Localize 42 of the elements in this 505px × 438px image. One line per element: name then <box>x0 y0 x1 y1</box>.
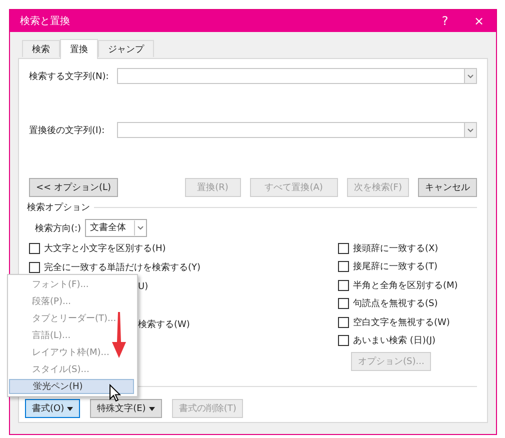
direction-label: 検索方向(:) <box>35 222 82 234</box>
section-title: 検索オプション <box>27 201 90 214</box>
window-title: 検索と置換 <box>20 14 71 28</box>
checkbox-label: 半角と全角を区別する(M) <box>353 280 458 292</box>
checkbox[interactable] <box>338 261 349 272</box>
dialog-button[interactable]: キャンセル <box>418 178 477 197</box>
checkbox[interactable] <box>338 298 349 310</box>
replace-input-field[interactable] <box>117 122 477 138</box>
checkbox[interactable] <box>29 243 40 254</box>
help-button[interactable]: ? <box>428 14 462 28</box>
menu-item[interactable]: スタイル(S)... <box>9 362 134 379</box>
dialog-button[interactable]: << オプション(L) <box>29 178 118 197</box>
direction-dropdown[interactable]: 文書全体 <box>85 219 148 237</box>
close-button[interactable]: × <box>462 14 496 28</box>
checkbox-label: U) <box>138 282 148 292</box>
menu-item[interactable]: タブとリーダー(T)... <box>9 311 134 328</box>
checkbox[interactable] <box>338 335 349 346</box>
checkbox[interactable] <box>29 262 40 273</box>
menu-item[interactable]: 言語(L)... <box>9 328 134 345</box>
menu-item[interactable]: 段落(P)... <box>9 294 134 311</box>
checkbox[interactable] <box>338 280 349 291</box>
checkbox-label: 完全に一致する単語だけを検索する(Y) <box>44 262 201 274</box>
tab[interactable]: ジャンプ <box>98 40 154 57</box>
checkbox[interactable] <box>338 316 349 328</box>
checkbox-label: 句読点を無視する(S) <box>353 298 438 310</box>
menu-item[interactable]: レイアウト枠(M)... <box>9 345 134 362</box>
checkbox-label: 接尾辞に一致する(T) <box>353 260 438 274</box>
checkbox-label: 接頭辞に一致する(X) <box>353 242 438 255</box>
menu-item[interactable]: フォント(F)... <box>9 277 134 294</box>
field-label: 置換後の文字列(I): <box>29 124 106 136</box>
checkbox-label: 空白文字を無視する(W) <box>353 316 450 329</box>
checkbox-label: 検索する(W) <box>138 318 190 331</box>
checkbox-label: あいまい検索 (日)(J) <box>353 334 436 348</box>
tab[interactable]: 検索 <box>22 40 60 57</box>
tab[interactable]: 置換 <box>60 39 98 59</box>
checkbox-label: 大文字と小文字を区別する(H) <box>44 242 166 255</box>
checkbox[interactable] <box>338 242 349 254</box>
menu-item[interactable]: 蛍光ペン(H) <box>9 379 134 394</box>
find-input-field[interactable] <box>117 68 477 84</box>
dialog-button[interactable]: 書式(O) <box>25 399 80 418</box>
field-label: 検索する文字列(N): <box>29 70 110 82</box>
dialog-button[interactable]: 特殊文字(E) <box>90 399 162 418</box>
